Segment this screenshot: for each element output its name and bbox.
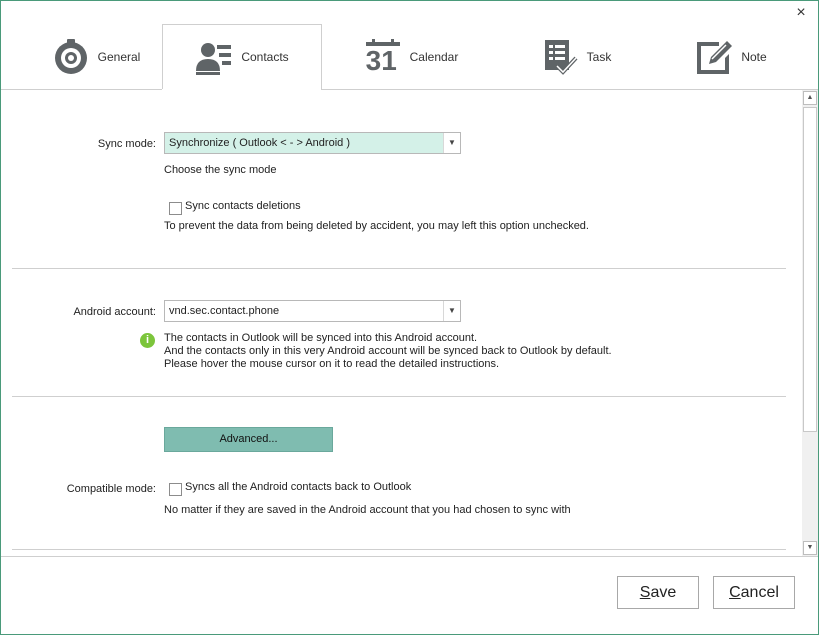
tab-label: Task <box>586 50 612 64</box>
android-account-value: vnd.sec.contact.phone <box>169 305 280 317</box>
info-icon[interactable]: i <box>140 333 155 348</box>
tab-label: General <box>97 50 141 64</box>
account-info-line: And the contacts only in this very Andro… <box>164 345 612 357</box>
save-button[interactable]: Save <box>617 576 699 609</box>
sync-deletions-checkbox[interactable] <box>169 202 182 215</box>
compatible-mode-checkbox[interactable] <box>169 483 182 496</box>
cancel-button[interactable]: Cancel <box>713 576 795 609</box>
sync-deletions-label[interactable]: Sync contacts deletions <box>185 200 301 212</box>
scroll-down-button[interactable]: ▼ <box>803 541 817 555</box>
tab-label: Contacts <box>241 50 289 64</box>
tab-task[interactable]: Task <box>526 25 626 89</box>
tab-note[interactable]: Note <box>686 25 776 89</box>
sync-deletions-hint: To prevent the data from being deleted b… <box>164 220 589 232</box>
tab-label: Calendar <box>409 50 459 64</box>
vertical-scrollbar[interactable]: ▲ ▼ <box>802 90 818 556</box>
general-icon <box>52 38 90 76</box>
section-divider <box>12 268 786 269</box>
scrollbar-thumb[interactable] <box>803 107 817 432</box>
task-icon <box>541 38 579 76</box>
sync-mode-select[interactable]: Synchronize ( Outlook < - > Android ) ▼ <box>164 132 461 154</box>
main-window: × General Contacts 31 Calendar Task Note… <box>0 0 819 635</box>
tab-calendar[interactable]: 31 Calendar <box>351 25 471 89</box>
calendar-icon-number: 31 <box>365 45 397 76</box>
note-icon <box>695 38 733 76</box>
contacts-settings-panel: Sync mode: Synchronize ( Outlook < - > A… <box>1 90 801 556</box>
compatible-mode-option-label[interactable]: Syncs all the Android contacts back to O… <box>185 481 411 493</box>
sync-mode-hint: Choose the sync mode <box>164 164 277 176</box>
chevron-down-icon: ▼ <box>443 301 460 321</box>
contacts-icon <box>195 38 233 76</box>
scroll-up-button[interactable]: ▲ <box>803 91 817 105</box>
android-account-label: Android account: <box>73 306 156 318</box>
advanced-button[interactable]: Advanced... <box>164 427 333 452</box>
compatible-mode-label: Compatible mode: <box>66 483 156 495</box>
footer-divider <box>1 556 818 557</box>
account-info-line: Please hover the mouse cursor on it to r… <box>164 358 500 370</box>
compatible-mode-hint: No matter if they are saved in the Andro… <box>164 504 571 516</box>
calendar-icon: 31 <box>364 38 402 76</box>
section-divider <box>12 396 786 397</box>
tab-general[interactable]: General <box>31 25 161 89</box>
sync-mode-value: Synchronize ( Outlook < - > Android ) <box>169 137 350 149</box>
chevron-down-icon: ▼ <box>443 133 460 153</box>
sync-mode-label: Sync mode: <box>97 138 156 150</box>
section-divider <box>12 549 786 550</box>
account-info-line: The contacts in Outlook will be synced i… <box>164 332 478 344</box>
android-account-select[interactable]: vnd.sec.contact.phone ▼ <box>164 300 461 322</box>
tab-contacts[interactable]: Contacts <box>162 24 322 89</box>
tab-bar: General Contacts 31 Calendar Task Note <box>1 1 818 90</box>
tab-label: Note <box>741 50 767 64</box>
